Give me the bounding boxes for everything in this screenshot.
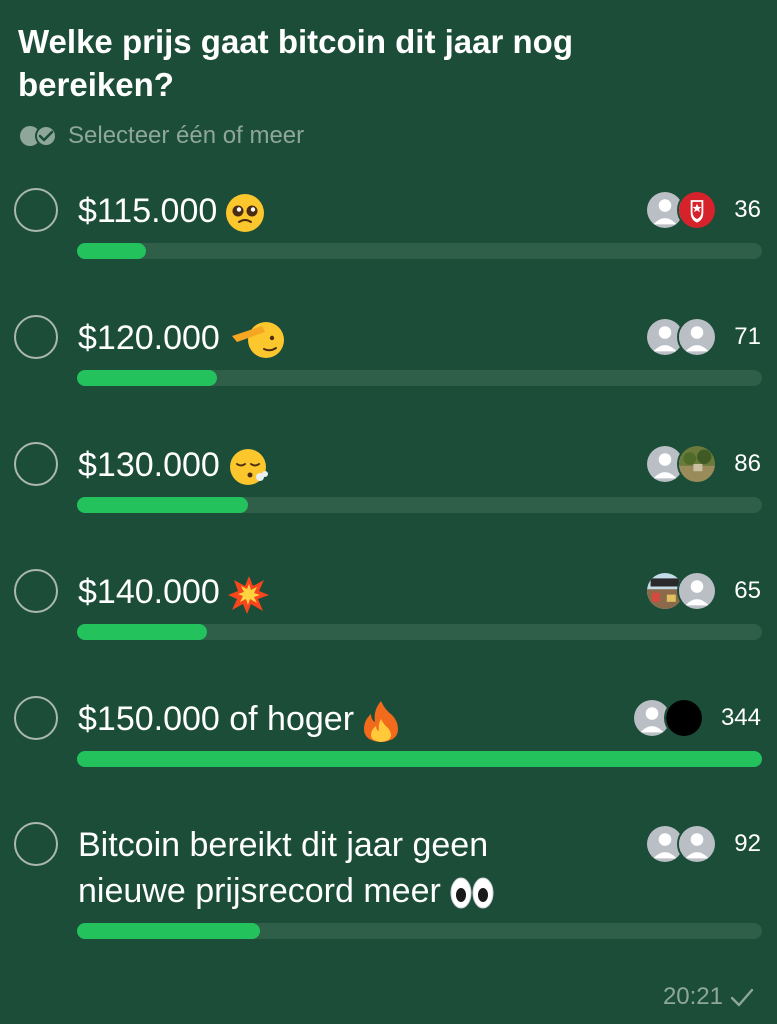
- avatar: [677, 317, 717, 357]
- vote-bar-fill: [77, 751, 762, 767]
- vote-bar-fill: [77, 624, 208, 640]
- saluting-face-icon: [231, 322, 284, 359]
- vote-bar: [77, 751, 762, 767]
- vote-count: 65: [734, 577, 761, 604]
- vote-bar: [77, 370, 762, 386]
- collision-icon: [227, 576, 269, 615]
- avatar: [677, 444, 717, 484]
- fire-icon: [364, 701, 399, 743]
- option-radio[interactable]: [14, 696, 58, 740]
- avatar: [677, 571, 717, 611]
- option-label: $115.000: [78, 188, 265, 234]
- vote-count: 36: [734, 196, 761, 223]
- voter-avatars: [645, 317, 717, 357]
- double-check-circle-icon: [20, 125, 57, 147]
- poll-message: Welke prijs gaat bitcoin dit jaar nog be…: [0, 0, 777, 1024]
- vote-count: 344: [720, 704, 761, 731]
- option-label: $140.000: [78, 569, 270, 615]
- vote-bar: [77, 497, 762, 513]
- option-label: Bitcoin bereikt dit jaar geen nieuwe pri…: [78, 822, 598, 914]
- vote-bar-fill: [77, 370, 218, 386]
- poll-hint-text: Selecteer één of meer: [68, 122, 305, 149]
- message-timestamp: 20:21: [662, 983, 723, 1010]
- option-radio[interactable]: [14, 822, 58, 866]
- vote-bar-fill: [77, 923, 260, 939]
- message-footer: 20:21: [663, 980, 755, 1014]
- voter-avatars: [645, 824, 717, 864]
- vote-bar-fill: [77, 243, 146, 259]
- option-label: $130.000: [78, 442, 272, 488]
- vote-bar: [77, 923, 762, 939]
- sent-check-icon: [730, 988, 754, 1007]
- option-label: $120.000: [78, 315, 288, 361]
- option-radio[interactable]: [14, 188, 58, 232]
- avatar: [677, 824, 717, 864]
- exhaling-face-icon: [229, 449, 268, 486]
- poll-question: Welke prijs gaat bitcoin dit jaar nog be…: [18, 23, 573, 103]
- voter-avatars: [632, 698, 704, 738]
- option-radio[interactable]: [14, 569, 58, 613]
- voter-avatars: [645, 571, 717, 611]
- avatar: [664, 698, 704, 738]
- vote-count: 92: [734, 830, 761, 857]
- vote-bar-fill: [77, 497, 249, 513]
- option-label: $150.000 of hoger: [78, 696, 400, 743]
- vote-count: 71: [734, 323, 761, 350]
- eyes-icon: [450, 877, 494, 909]
- voter-avatars: [645, 444, 717, 484]
- avatar: [677, 190, 717, 230]
- pleading-face-icon: [226, 194, 265, 233]
- option-radio[interactable]: [14, 315, 58, 359]
- option-radio[interactable]: [14, 442, 58, 486]
- vote-count: 86: [734, 450, 761, 477]
- vote-bar: [77, 243, 762, 259]
- poll-hint: Selecteer één of meer: [18, 120, 304, 152]
- vote-bar: [77, 624, 762, 640]
- voter-avatars: [645, 190, 717, 230]
